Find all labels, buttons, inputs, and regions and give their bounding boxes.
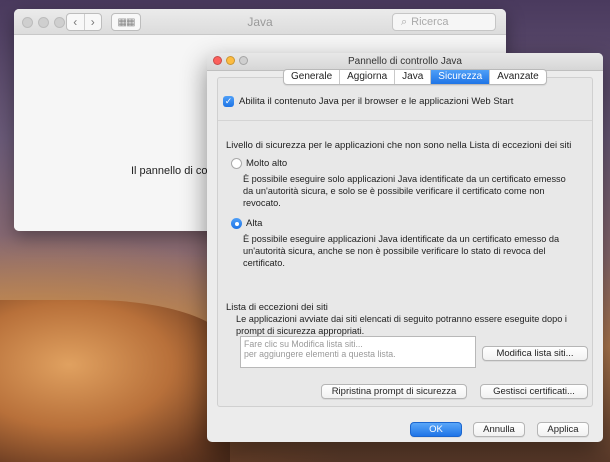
very-high-description-line-3: revocato. (243, 198, 281, 208)
very-high-description-line-1: È possibile eseguire solo applicazioni J… (243, 174, 566, 184)
exceptions-description-line-1: Le applicazioni avviate dai siti elencat… (236, 314, 567, 324)
divider (218, 120, 592, 121)
security-level-heading: Livello di sicurezza per le applicazioni… (226, 140, 572, 151)
tab-aggiorna[interactable]: Aggiorna (340, 70, 396, 84)
tab-generale[interactable]: Generale (284, 70, 341, 84)
cancel-button[interactable]: Annulla (473, 422, 525, 437)
edit-site-list-button[interactable]: Modifica lista siti... (482, 346, 588, 361)
java-control-panel-window: Pannello di controllo Java ✓ Abilita il … (207, 53, 603, 442)
radio-very-high[interactable] (231, 158, 242, 169)
desert-dune (0, 300, 230, 462)
exceptions-placeholder-line-1: Fare clic su Modifica lista siti... (244, 339, 363, 349)
high-description-line-1: È possibile eseguire applicazioni Java i… (243, 234, 560, 244)
exceptions-list[interactable]: Fare clic su Modifica lista siti... per … (240, 336, 476, 368)
very-high-description-line-2: da un'autorità sicura, e solo se è possi… (243, 186, 545, 196)
search-input[interactable]: ⌕ Ricerca (392, 13, 496, 31)
security-panel: ✓ Abilita il contenuto Java per il brows… (217, 77, 593, 407)
exceptions-heading: Lista di eccezioni dei siti (226, 302, 328, 313)
ok-button[interactable]: OK (410, 422, 462, 437)
enable-java-label: Abilita il contenuto Java per il browser… (239, 96, 514, 107)
high-description-line-2: un'autorità sicura, anche se non è possi… (243, 246, 546, 256)
tab-sicurezza[interactable]: Sicurezza (431, 70, 491, 84)
radio-high-label: Alta (246, 218, 263, 229)
tab-avanzate[interactable]: Avanzate (490, 70, 546, 84)
radio-high[interactable] (231, 218, 242, 229)
window-title: Pannello di controllo Java (348, 56, 462, 67)
search-icon: ⌕ (401, 15, 408, 28)
exceptions-placeholder-line-2: per aggiungere elementi a questa lista. (244, 349, 396, 359)
manage-certificates-button[interactable]: Gestisci certificati... (480, 384, 588, 399)
search-placeholder: Ricerca (411, 16, 449, 28)
enable-java-checkbox[interactable]: ✓ (223, 96, 234, 107)
apply-button[interactable]: Applica (537, 422, 589, 437)
restore-security-prompts-button[interactable]: Ripristina prompt di sicurezza (321, 384, 467, 399)
back-window-titlebar: ‹ › ▦▦ Java ⌕ Ricerca (14, 9, 506, 35)
tab-java[interactable]: Java (395, 70, 432, 84)
high-description-line-3: certificato. (243, 258, 285, 268)
radio-very-high-label: Molto alto (246, 158, 288, 169)
tab-bar: Generale Aggiorna Java Sicurezza Avanzat… (283, 69, 547, 85)
